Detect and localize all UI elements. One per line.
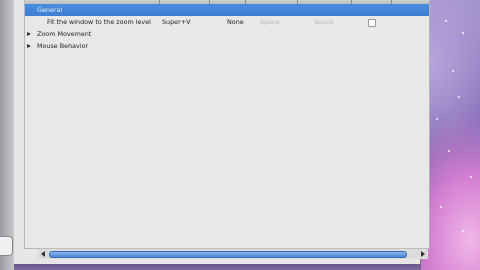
action-label: Fit the window to the zoom level bbox=[47, 18, 151, 26]
expand-arrow-icon[interactable] bbox=[27, 32, 31, 36]
group-label: Mouse Behavior bbox=[37, 42, 89, 50]
scroll-right-icon[interactable] bbox=[421, 251, 425, 257]
settings-tree: General Fit the window to the zoom level… bbox=[24, 0, 430, 249]
settings-window: General Fit the window to the zoom level… bbox=[14, 0, 430, 265]
group-label: General bbox=[37, 6, 63, 14]
setting-row[interactable]: Fit the window to the zoom level Super+V… bbox=[25, 16, 429, 28]
horizontal-scrollbar[interactable] bbox=[38, 248, 428, 259]
scroll-left-icon[interactable] bbox=[41, 251, 45, 257]
alternate-shortcut-field[interactable]: None bbox=[227, 16, 244, 28]
expand-arrow-icon[interactable] bbox=[27, 44, 31, 48]
tree-group-zoom-movement[interactable]: Zoom Movement bbox=[25, 28, 429, 40]
disabled-field-b: Space bbox=[314, 18, 334, 26]
tree-group-mouse-behavior[interactable]: Mouse Behavior bbox=[25, 40, 429, 52]
panel-handle[interactable] bbox=[0, 236, 13, 256]
scrollbar-thumb[interactable] bbox=[49, 251, 407, 258]
disabled-field-a: Space bbox=[260, 18, 280, 26]
shortcut-field[interactable]: Super+V bbox=[162, 16, 190, 28]
enable-checkbox[interactable] bbox=[368, 19, 376, 27]
group-label: Zoom Movement bbox=[37, 30, 92, 38]
window-bottom-edge bbox=[14, 264, 421, 270]
tree-group-general[interactable]: General bbox=[25, 4, 429, 16]
left-panel-edge bbox=[0, 0, 14, 270]
